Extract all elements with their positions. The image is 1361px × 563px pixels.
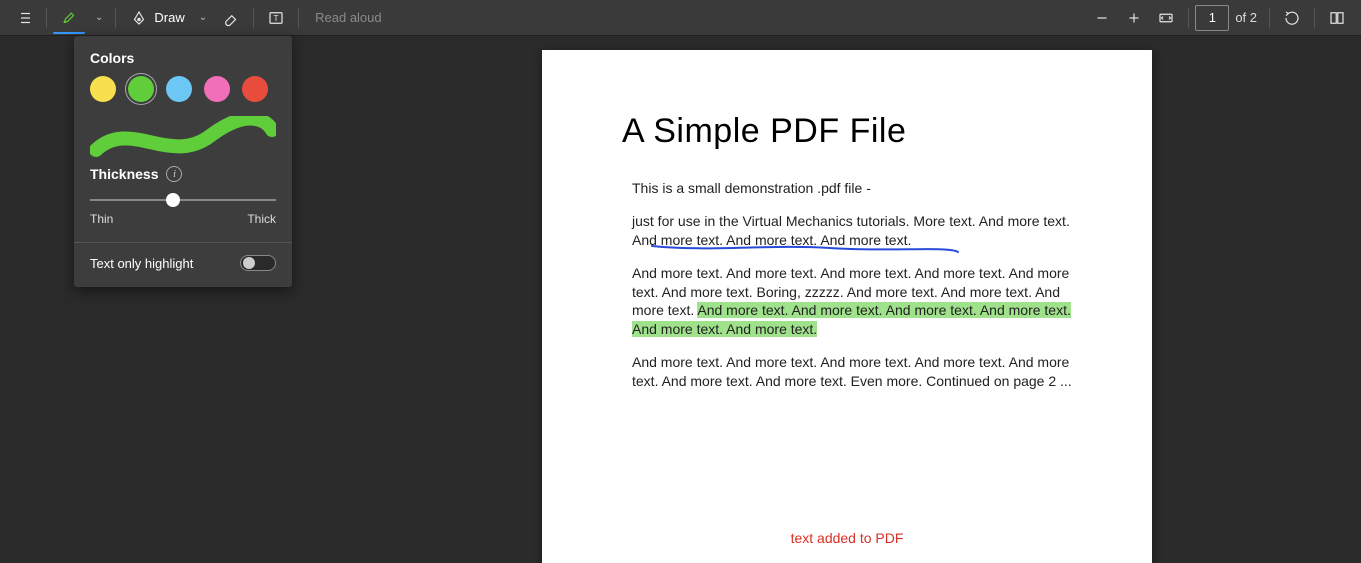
separator	[253, 8, 254, 28]
table-of-contents-button[interactable]	[8, 2, 40, 34]
color-swatch-blue[interactable]	[166, 76, 192, 102]
separator	[46, 8, 47, 28]
document-title: A Simple PDF File	[622, 112, 1072, 151]
separator	[1188, 8, 1189, 28]
draw-tool-button[interactable]: Draw ⌄	[122, 9, 215, 27]
color-swatch-green[interactable]	[128, 76, 154, 102]
para2-pre: just for use in the Virtual Mechanics tu…	[632, 213, 1070, 229]
page-view-button[interactable]	[1321, 2, 1353, 34]
paragraph-2: just for use in the Virtual Mechanics tu…	[622, 212, 1072, 250]
thickness-slider[interactable]	[90, 190, 276, 210]
highlight-button[interactable]	[53, 2, 85, 34]
para3-highlight-1: And more text. And more text. And more t…	[697, 302, 1071, 318]
page-number-input[interactable]	[1195, 5, 1229, 31]
add-text-button[interactable]: T	[260, 2, 292, 34]
fit-page-button[interactable]	[1150, 2, 1182, 34]
separator	[298, 8, 299, 28]
slider-labels: Thin Thick	[90, 212, 276, 226]
highlight-options-popover: Colors Thickness i Thin Thick Text only …	[74, 36, 292, 287]
thickness-row: Thickness i	[90, 166, 276, 182]
colors-title: Colors	[90, 50, 276, 66]
text-only-toggle[interactable]	[240, 255, 276, 271]
added-text-annotation[interactable]: text added to PDF	[542, 530, 1152, 546]
erase-button[interactable]	[215, 2, 247, 34]
slider-thumb[interactable]	[166, 193, 180, 207]
paragraph-1: This is a small demonstration .pdf file …	[622, 179, 1072, 198]
para3-highlight-2: And more text. And more text.	[632, 321, 817, 337]
para2-underlined: And more text. And more text. And more t…	[632, 232, 911, 248]
toggle-knob	[243, 257, 255, 269]
toolbar-right: of 2	[1086, 2, 1353, 34]
pdf-page: A Simple PDF File This is a small demons…	[542, 50, 1152, 563]
read-aloud-button[interactable]: Read aloud	[305, 2, 392, 34]
zoom-in-button[interactable]	[1118, 2, 1150, 34]
chevron-down-icon: ⌄	[199, 12, 207, 23]
thickness-title: Thickness	[90, 166, 158, 182]
svg-text:T: T	[274, 14, 279, 23]
chevron-down-icon: ⌄	[95, 12, 103, 23]
color-swatch-pink[interactable]	[204, 76, 230, 102]
slider-min-label: Thin	[90, 212, 113, 226]
color-swatch-row	[90, 76, 276, 102]
draw-label: Draw	[154, 10, 184, 25]
slider-track	[90, 199, 276, 201]
highlight-dropdown-button[interactable]: ⌄	[85, 2, 109, 34]
separator	[1314, 8, 1315, 28]
divider	[74, 242, 292, 243]
color-swatch-red[interactable]	[242, 76, 268, 102]
zoom-out-button[interactable]	[1086, 2, 1118, 34]
toolbar: ⌄ Draw ⌄ T Read aloud of 2	[0, 0, 1361, 36]
separator	[1269, 8, 1270, 28]
stroke-preview	[90, 116, 276, 160]
rotate-button[interactable]	[1276, 2, 1308, 34]
page-total-label: of 2	[1235, 10, 1257, 25]
info-icon[interactable]: i	[166, 166, 182, 182]
text-only-label: Text only highlight	[90, 256, 193, 271]
text-only-toggle-row: Text only highlight	[90, 255, 276, 271]
paragraph-3: And more text. And more text. And more t…	[622, 264, 1072, 340]
slider-max-label: Thick	[247, 212, 276, 226]
read-aloud-label: Read aloud	[315, 10, 382, 25]
separator	[115, 8, 116, 28]
paragraph-4: And more text. And more text. And more t…	[622, 353, 1072, 391]
color-swatch-yellow[interactable]	[90, 76, 116, 102]
